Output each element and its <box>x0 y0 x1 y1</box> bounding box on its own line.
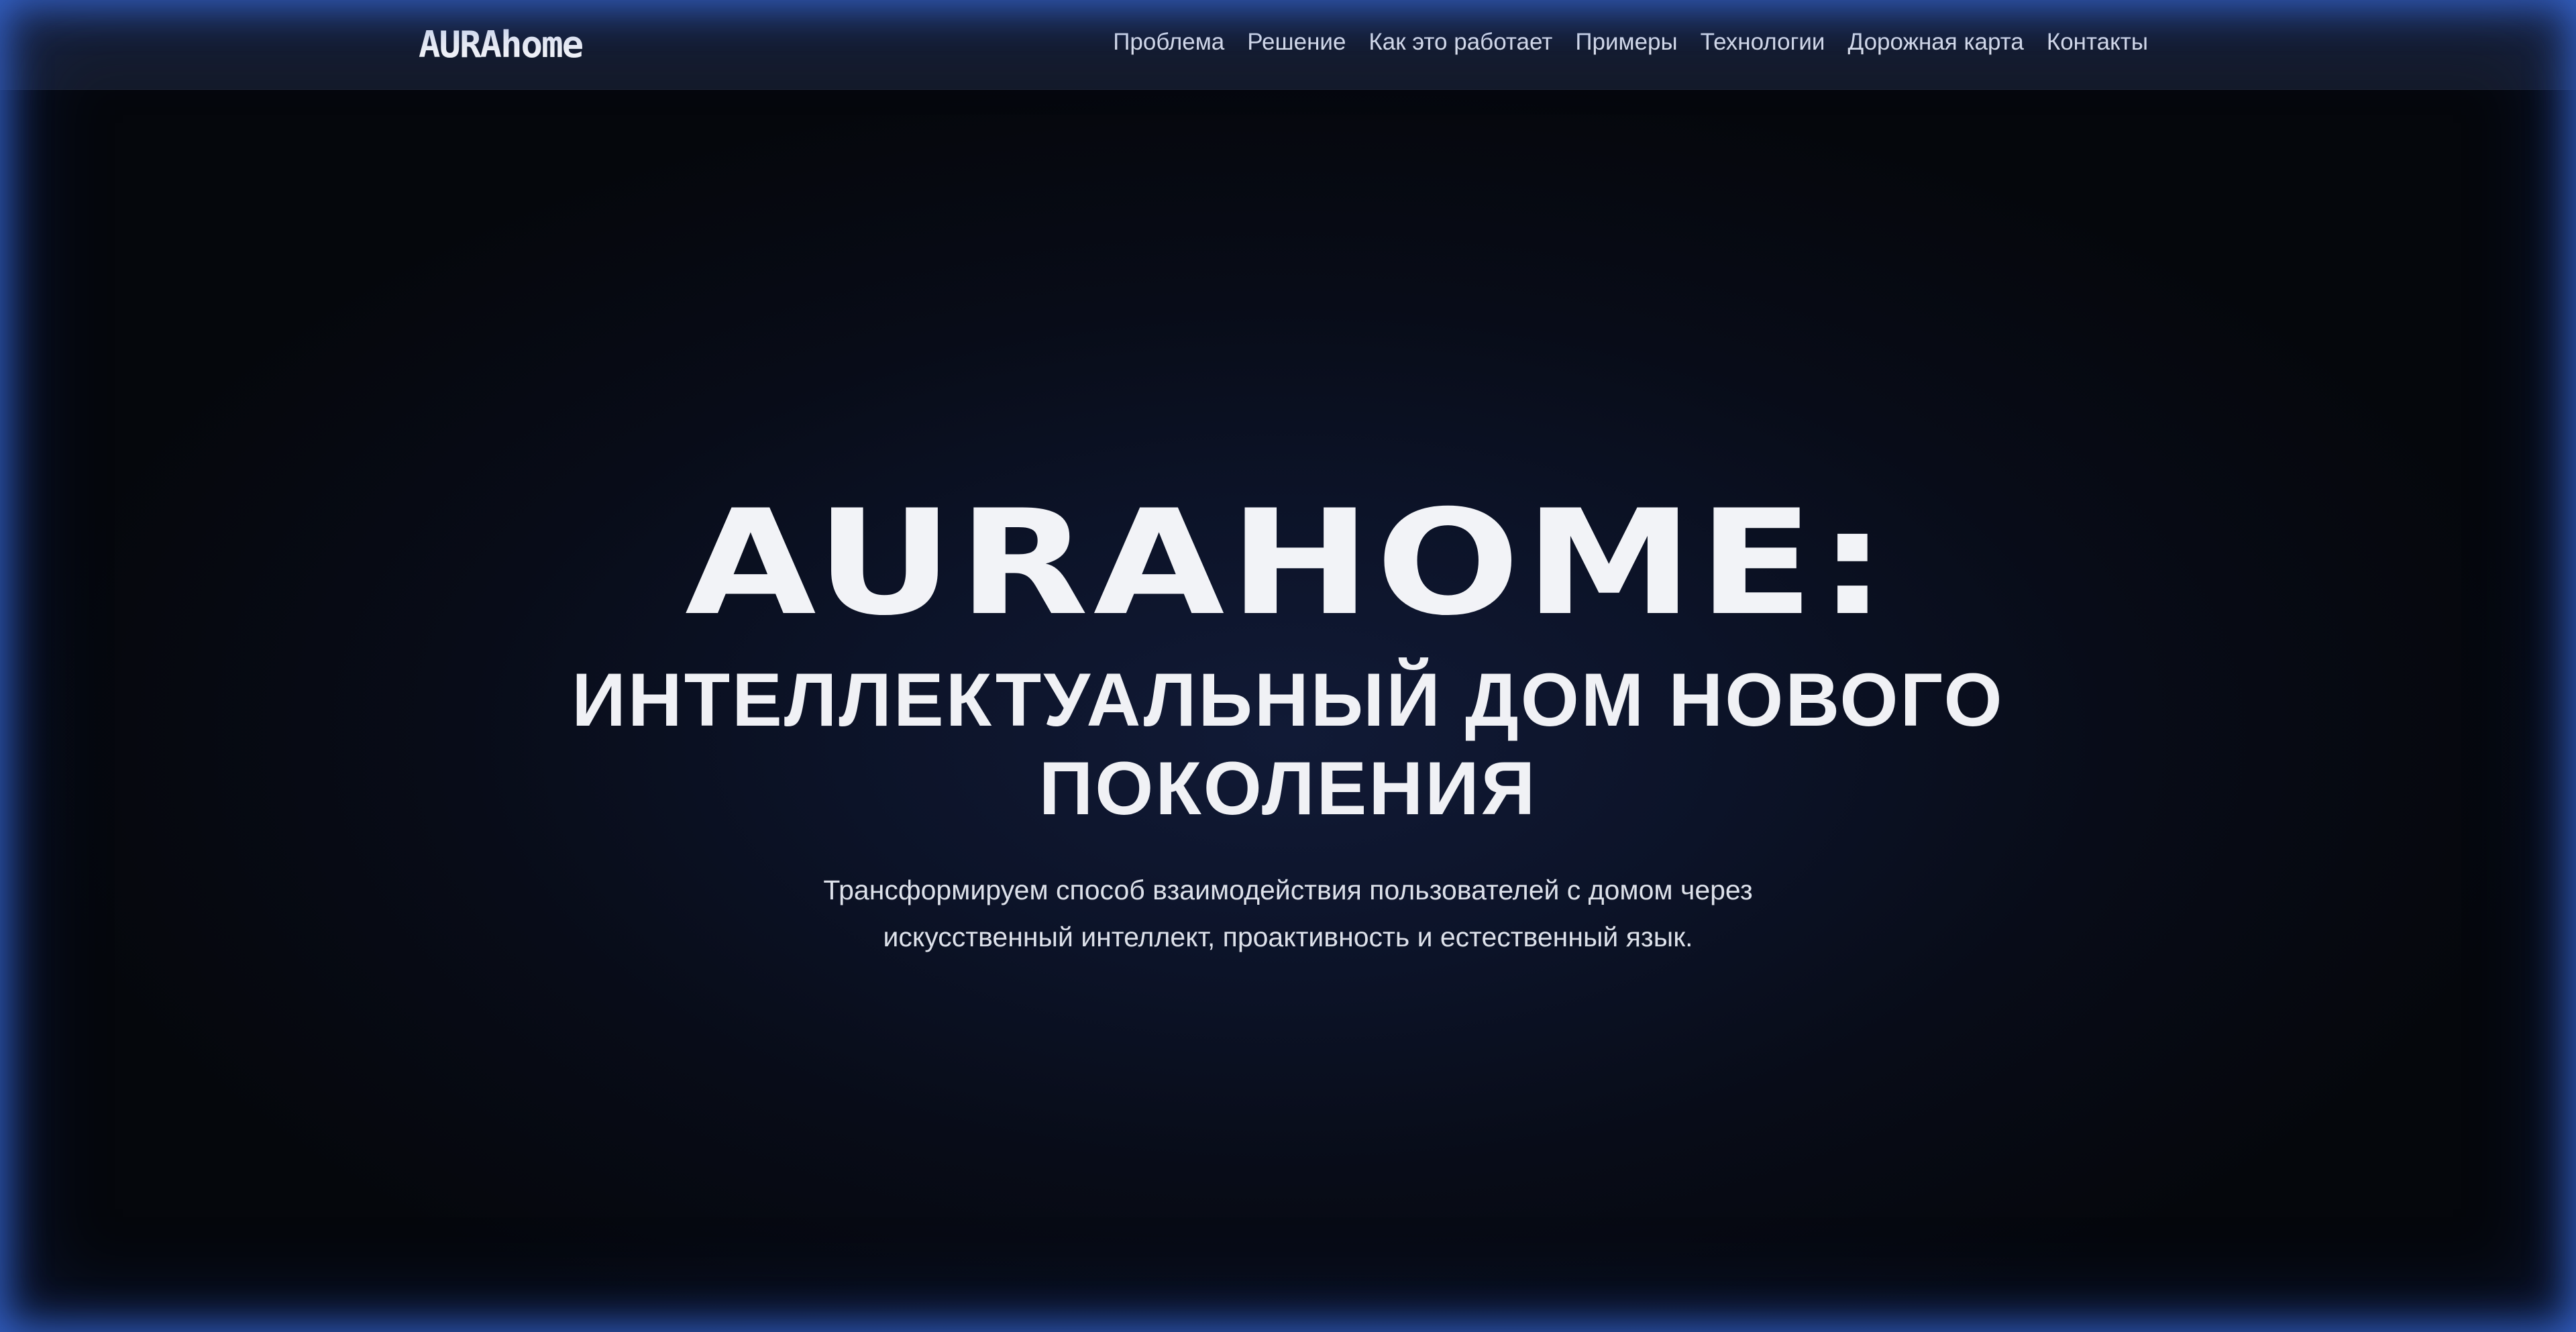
nav-links: Проблема Решение Как это работает Пример… <box>1113 25 2148 59</box>
hero-title: AURAHOME: <box>685 479 1891 647</box>
nav-link-technologies[interactable]: Технологии <box>1701 25 1825 59</box>
hero-section: AURAHOME: ИНТЕЛЛЕКТУАЛЬНЫЙ ДОМ НОВОГО ПО… <box>0 483 2576 960</box>
hero-description: Трансформируем способ взаимодействия пол… <box>823 875 1753 952</box>
logo[interactable]: AURAhome <box>419 24 584 66</box>
nav-link-contacts[interactable]: Контакты <box>2047 25 2148 59</box>
nav-link-how-it-works[interactable]: Как это работает <box>1368 25 1552 59</box>
nav-link-roadmap[interactable]: Дорожная карта <box>1847 25 2023 59</box>
top-navbar: AURAhome Проблема Решение Как это работа… <box>0 0 2576 90</box>
nav-link-problem[interactable]: Проблема <box>1113 25 1224 59</box>
page: AURAhome Проблема Решение Как это работа… <box>0 0 2576 1332</box>
nav-link-examples[interactable]: Примеры <box>1575 25 1677 59</box>
nav-link-solution[interactable]: Решение <box>1247 25 1346 59</box>
hero-subtitle: ИНТЕЛЛЕКТУАЛЬНЫЙ ДОМ НОВОГО ПОКОЛЕНИЯ <box>572 658 2004 830</box>
